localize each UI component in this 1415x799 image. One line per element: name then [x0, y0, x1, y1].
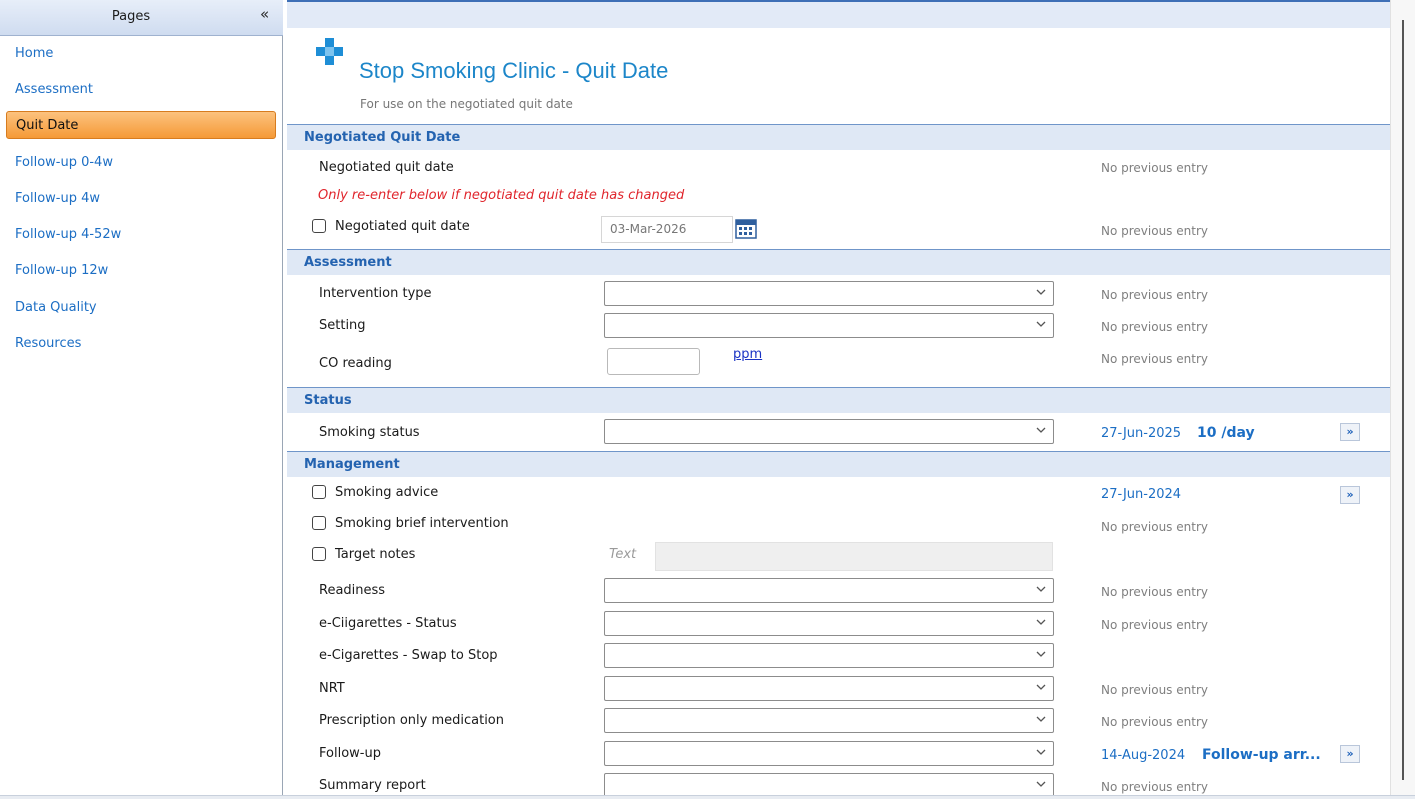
ecig-status-select[interactable] [604, 611, 1054, 636]
intervention-type-select[interactable] [604, 281, 1054, 306]
sidebar-item-resources[interactable]: Resources [0, 330, 283, 358]
warning-text: Only re-enter below if negotiated quit d… [318, 188, 685, 203]
smoking-status-prev-value: 10 /day [1197, 425, 1255, 441]
smoking-status-more-button[interactable]: » [1340, 423, 1360, 441]
smoking-advice-row[interactable]: Smoking advice [312, 483, 438, 501]
smoking-advice-prev-date: 27-Jun-2024 [1101, 487, 1182, 502]
scrollbar-thumb[interactable] [1402, 20, 1404, 780]
sidebar-item-data-quality[interactable]: Data Quality [0, 294, 283, 322]
medical-cross-icon [316, 38, 343, 65]
readiness-prev: No previous entry [1101, 585, 1208, 599]
chevron-down-icon [1036, 289, 1046, 295]
negotiated-quit-date-checkbox-label: Negotiated quit date [335, 218, 470, 234]
ecig-swap-select[interactable] [604, 643, 1054, 668]
chevron-down-icon [1036, 619, 1046, 625]
co-reading-prev: No previous entry [1101, 352, 1208, 366]
target-notes-text-label: Text [609, 547, 637, 562]
chevron-down-icon [1036, 427, 1046, 433]
prescription-prev: No previous entry [1101, 715, 1208, 729]
nrt-prev: No previous entry [1101, 683, 1208, 697]
sidebar-item-quit-date[interactable]: Quit Date [6, 111, 276, 139]
sidebar-header: Pages « [0, 0, 283, 36]
setting-label: Setting [319, 318, 366, 333]
chevron-down-icon [1036, 781, 1046, 787]
sidebar: Pages « Home Assessment Quit Date Follow… [0, 0, 283, 799]
co-reading-unit-link[interactable]: ppm [733, 347, 762, 362]
section-header-assessment: Assessment [287, 249, 1390, 275]
summary-report-label: Summary report [319, 778, 426, 793]
main-content: Stop Smoking Clinic - Quit Date For use … [287, 0, 1390, 799]
sidebar-item-assessment[interactable]: Assessment [0, 76, 283, 104]
smoking-brief-intervention-label: Smoking brief intervention [335, 515, 509, 531]
section-header-status: Status [287, 387, 1390, 413]
sidebar-item-follow-up-0-4w[interactable]: Follow-up 0-4w [0, 149, 283, 177]
negotiated-quit-date-checkbox[interactable] [312, 219, 326, 233]
top-bar [287, 0, 1390, 28]
setting-prev: No previous entry [1101, 320, 1208, 334]
collapse-icon[interactable]: « [260, 7, 269, 22]
page-subtitle: For use on the negotiated quit date [360, 97, 573, 111]
ecig-status-label: e-Ciigarettes - Status [319, 616, 457, 631]
sidebar-title: Pages [111, 9, 151, 24]
smoking-advice-label: Smoking advice [335, 484, 439, 500]
follow-up-prev-value: Follow-up arr... [1202, 747, 1321, 763]
page-title: Stop Smoking Clinic - Quit Date [359, 58, 669, 83]
readiness-label: Readiness [319, 583, 386, 598]
follow-up-label: Follow-up [319, 746, 381, 761]
smoking-brief-intervention-row[interactable]: Smoking brief intervention [312, 514, 509, 532]
readiness-select[interactable] [604, 578, 1054, 603]
ecig-status-prev: No previous entry [1101, 618, 1208, 632]
setting-select[interactable] [604, 313, 1054, 338]
co-reading-input[interactable] [607, 348, 700, 375]
target-notes-row[interactable]: Target notes [312, 545, 415, 563]
chevron-down-icon [1036, 321, 1046, 327]
prescription-label: Prescription only medication [319, 713, 505, 728]
prescription-select[interactable] [604, 708, 1054, 733]
section-header-management: Management [287, 451, 1390, 477]
nrt-label: NRT [319, 681, 345, 696]
sidebar-item-follow-up-4-52w[interactable]: Follow-up 4-52w [0, 221, 283, 249]
sidebar-item-home[interactable]: Home [0, 40, 283, 68]
smoking-status-label: Smoking status [319, 425, 420, 440]
quit-date-input[interactable]: 03-Mar-2026 [601, 216, 733, 243]
follow-up-prev-date: 14-Aug-2024 [1101, 748, 1186, 763]
section-header-negotiated-quit-date: Negotiated Quit Date [287, 124, 1390, 150]
negotiated-quit-date-prev-2: No previous entry [1101, 224, 1208, 238]
co-reading-label: CO reading [319, 356, 392, 371]
sidebar-item-follow-up-4w[interactable]: Follow-up 4w [0, 185, 283, 213]
smoking-status-prev-date: 27-Jun-2025 [1101, 426, 1182, 441]
nrt-select[interactable] [604, 676, 1054, 701]
target-notes-input[interactable] [655, 542, 1053, 571]
negotiated-quit-date-label: Negotiated quit date [319, 160, 454, 175]
smoking-brief-intervention-prev: No previous entry [1101, 520, 1208, 534]
target-notes-checkbox[interactable] [312, 547, 326, 561]
summary-report-prev: No previous entry [1101, 780, 1208, 794]
target-notes-label: Target notes [335, 546, 416, 562]
negotiated-quit-date-checkbox-row[interactable]: Negotiated quit date [312, 217, 470, 235]
bottom-border [0, 795, 1415, 799]
ecig-swap-label: e-Cigarettes - Swap to Stop [319, 648, 498, 663]
smoking-brief-intervention-checkbox[interactable] [312, 516, 326, 530]
chevron-down-icon [1036, 749, 1046, 755]
smoking-status-select[interactable] [604, 419, 1054, 444]
follow-up-select[interactable] [604, 741, 1054, 766]
negotiated-quit-date-prev: No previous entry [1101, 161, 1208, 175]
chevron-down-icon [1036, 684, 1046, 690]
chevron-down-icon [1036, 651, 1046, 657]
intervention-type-prev: No previous entry [1101, 288, 1208, 302]
smoking-advice-checkbox[interactable] [312, 485, 326, 499]
chevron-down-icon [1036, 716, 1046, 722]
calendar-icon[interactable] [735, 219, 757, 239]
smoking-advice-more-button[interactable]: » [1340, 486, 1360, 504]
sidebar-item-follow-up-12w[interactable]: Follow-up 12w [0, 257, 283, 285]
follow-up-more-button[interactable]: » [1340, 745, 1360, 763]
chevron-down-icon [1036, 586, 1046, 592]
intervention-type-label: Intervention type [319, 286, 432, 301]
